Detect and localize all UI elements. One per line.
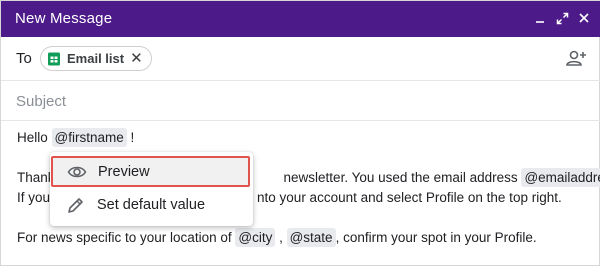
subject-input[interactable]	[16, 89, 576, 113]
to-row: To Email list ✕	[1, 37, 600, 81]
close-icon[interactable]	[575, 9, 593, 27]
to-label: To	[16, 50, 32, 67]
merge-tag-firstname[interactable]: @firstname	[51, 128, 127, 147]
menu-item-preview[interactable]: Preview	[51, 156, 250, 187]
body-text: If you	[17, 190, 51, 205]
body-text: Hello	[17, 130, 52, 145]
body-text: ,	[275, 230, 287, 245]
menu-item-label: Set default value	[97, 197, 206, 213]
body-text: newsletter. You used the email address	[283, 170, 522, 185]
merge-tag-state[interactable]: @state	[286, 228, 336, 247]
body-text: Thank	[17, 170, 55, 185]
merge-tag-city[interactable]: @city	[235, 228, 276, 247]
remove-recipient-icon[interactable]: ✕	[130, 51, 143, 66]
menu-item-label: Preview	[98, 163, 150, 180]
body-line-location: For news specific to your location of @c…	[17, 227, 537, 249]
pencil-icon	[68, 198, 83, 213]
merge-tag-emailaddress[interactable]: @emailaddress	[521, 168, 600, 187]
body-text: nto your account and select Profile on t…	[257, 190, 562, 205]
body-text: !	[126, 130, 135, 145]
add-recipients-icon[interactable]	[565, 49, 587, 72]
subject-row	[1, 81, 600, 121]
eye-icon	[67, 166, 87, 178]
menu-item-set-default-value[interactable]: Set default value	[50, 189, 253, 221]
sheets-icon	[48, 52, 60, 65]
body-line-greeting: Hello @firstname !	[17, 127, 134, 149]
compose-window: New Message To Email list ✕ Subject Hell…	[0, 0, 600, 266]
recipient-chip-label: Email list	[67, 51, 125, 66]
window-controls	[531, 9, 593, 27]
minimize-icon[interactable]	[531, 9, 549, 27]
compose-title-bar: New Message	[1, 1, 600, 37]
merge-tag-context-menu: Preview Set default value	[50, 152, 253, 226]
expand-icon[interactable]	[553, 9, 571, 27]
recipient-chip[interactable]: Email list ✕	[40, 46, 152, 71]
body-text: For news specific to your location of	[17, 230, 236, 245]
window-title: New Message	[15, 10, 113, 27]
body-text: , confirm your spot in your Profile.	[335, 230, 537, 245]
